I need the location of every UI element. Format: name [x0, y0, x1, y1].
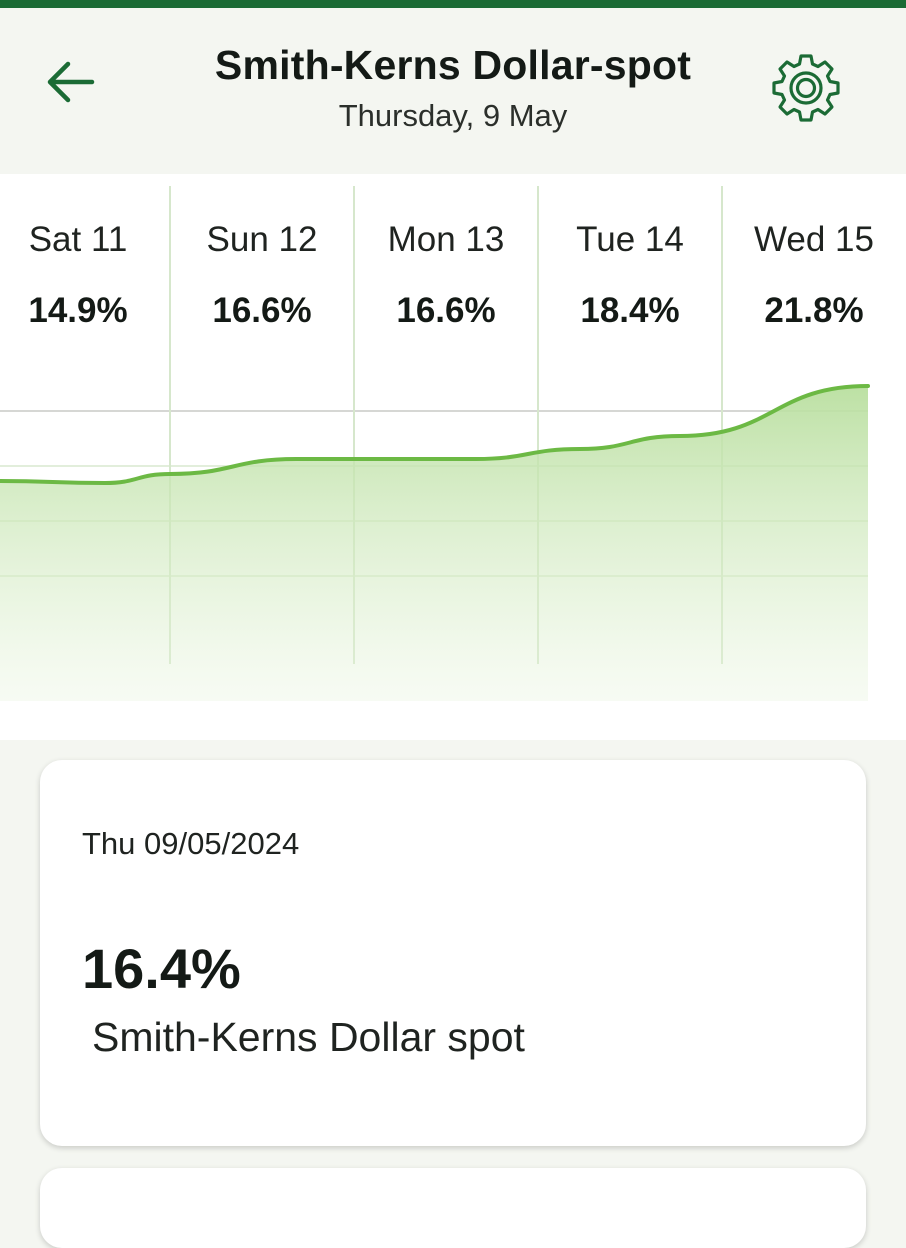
- day-label[interactable]: Tue 14: [538, 220, 722, 260]
- day-value: 21.8%: [764, 291, 864, 330]
- day-label[interactable]: Wed 15: [722, 220, 906, 260]
- day-value: 14.9%: [28, 291, 128, 330]
- gear-icon: [772, 54, 840, 122]
- day-label[interactable]: Sun 12: [170, 220, 354, 260]
- forecast-chart: Sat 11 14.9% Sun 12 16.6% Mon 13 16.6% Tue 14 1…: [0, 174, 906, 740]
- detail-name: Smith-Kerns Dollar spot: [92, 1014, 525, 1060]
- status-accent-bar: [0, 0, 906, 8]
- next-card[interactable]: [40, 1168, 866, 1248]
- detail-date: Thu 09/05/2024: [82, 826, 300, 861]
- app-header: Smith-Kerns Dollar-spot Thursday, 9 May: [0, 8, 906, 174]
- day-label[interactable]: Sat 11: [0, 220, 170, 260]
- detail-value: 16.4%: [82, 937, 241, 1000]
- day-value: 16.6%: [396, 291, 496, 330]
- day-label[interactable]: Mon 13: [354, 220, 538, 260]
- day-value: 18.4%: [580, 291, 680, 330]
- day-value: 16.6%: [212, 291, 312, 330]
- detail-card[interactable]: Thu 09/05/2024 16.4% Smith-Kerns Dollar …: [40, 760, 866, 1146]
- settings-button[interactable]: [770, 52, 842, 124]
- forecast-area: [0, 386, 868, 701]
